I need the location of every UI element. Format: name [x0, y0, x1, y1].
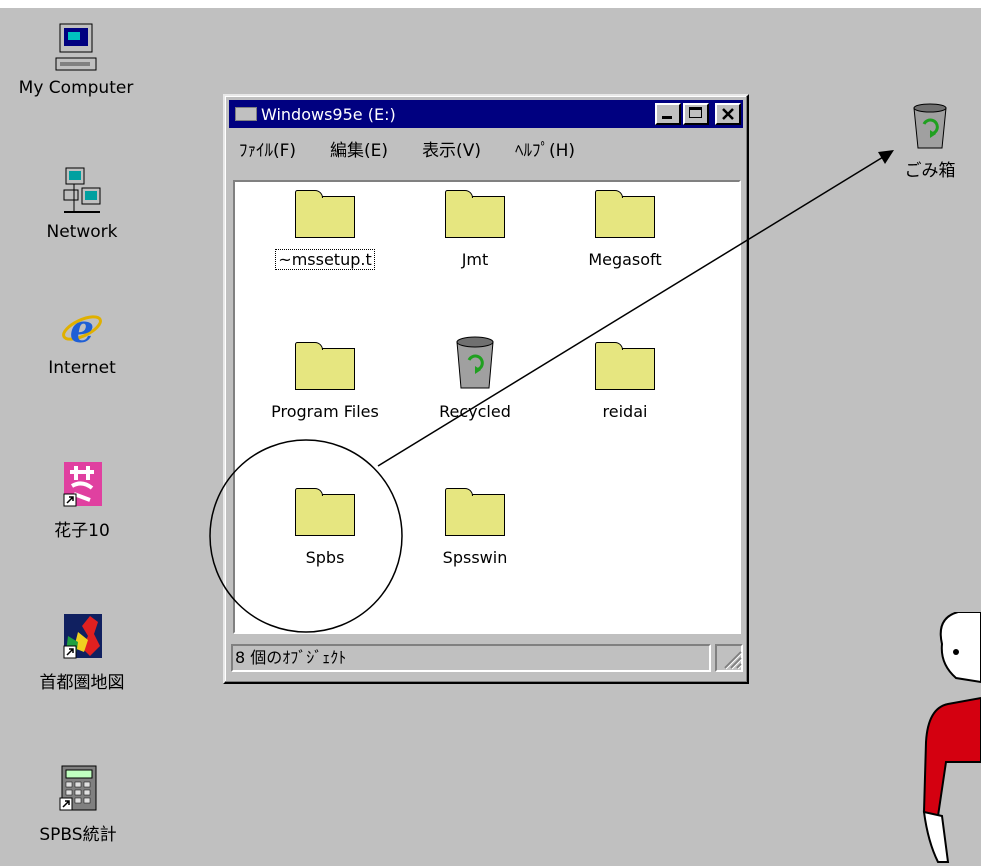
folder-item[interactable]: Megasoft: [555, 190, 695, 269]
ie-icon: e: [60, 302, 104, 354]
folder-icon: [295, 190, 355, 238]
desktop-icon-network[interactable]: Network: [12, 166, 152, 242]
folder-icon: [445, 488, 505, 536]
desktop-character-image: [918, 611, 981, 866]
menu-file[interactable]: ﾌｧｲﾙ(F): [239, 136, 296, 161]
folder-item[interactable]: reidai: [555, 342, 695, 421]
calculator-shortcut-icon: [56, 764, 100, 816]
folder-icon: [445, 190, 505, 238]
desktop-icon-recycle-bin[interactable]: ごみ箱: [860, 100, 981, 181]
close-button[interactable]: [715, 103, 741, 125]
explorer-window: Windows95e (E:) ﾌｧｲﾙ(F) 編集(E) 表示(V) ﾍﾙﾌﾟ…: [223, 94, 749, 684]
folder-icon: [295, 488, 355, 536]
desktop: My Computer Network e Internet 花子10 首都圏地…: [0, 8, 981, 866]
desktop-icon-label: SPBS統計: [39, 825, 117, 845]
desktop-icon-label: Internet: [48, 358, 116, 378]
folder-label: Program Files: [271, 402, 379, 421]
minimize-button[interactable]: [655, 103, 681, 125]
desktop-icon-hanako[interactable]: 花子10: [12, 460, 152, 541]
window-title: Windows95e (E:): [261, 104, 396, 124]
computer-icon: [54, 22, 98, 74]
hanako-shortcut-icon: [60, 460, 104, 512]
network-icon: [60, 166, 104, 218]
minimize-icon: [662, 116, 672, 119]
menu-view[interactable]: 表示(V): [422, 136, 481, 161]
desktop-icon-label: My Computer: [18, 78, 134, 98]
folder-item[interactable]: Jmt: [405, 190, 545, 269]
folder-label: reidai: [602, 402, 648, 421]
desktop-icon-label: 花子10: [54, 521, 110, 541]
folder-icon: [595, 190, 655, 238]
folder-icon: [295, 342, 355, 390]
menu-help[interactable]: ﾍﾙﾌﾟ(H): [515, 136, 575, 161]
desktop-icon-label: 首都圏地図: [39, 673, 125, 693]
status-text: 8 個のｵﾌﾞｼﾞｪｸﾄ: [231, 644, 711, 672]
recycled-item[interactable]: Recycled: [405, 334, 545, 421]
folder-item[interactable]: ~mssetup.t: [255, 190, 395, 270]
folder-item[interactable]: Spbs: [255, 488, 395, 567]
svg-text:e: e: [70, 306, 94, 351]
desktop-icon-label: ごみ箱: [904, 161, 956, 181]
folder-content-area: ~mssetup.t Jmt Megasoft Program Files Re…: [233, 180, 741, 634]
map-shortcut-icon: [60, 612, 104, 664]
drive-icon: [235, 107, 257, 121]
folder-label: Jmt: [461, 250, 489, 269]
close-icon: [722, 108, 734, 120]
folder-icon: [595, 342, 655, 390]
desktop-icon-internet[interactable]: e Internet: [12, 302, 152, 378]
desktop-icon-spbs[interactable]: SPBS統計: [8, 764, 148, 845]
title-bar[interactable]: Windows95e (E:): [229, 100, 743, 128]
maximize-icon: [689, 107, 702, 118]
folder-item[interactable]: Program Files: [255, 342, 395, 421]
folder-label: Spsswin: [442, 548, 508, 567]
recycle-bin-icon: [908, 100, 952, 152]
folder-label: Spbs: [305, 548, 345, 567]
desktop-icon-map[interactable]: 首都圏地図: [12, 612, 152, 693]
menu-edit[interactable]: 編集(E): [330, 136, 388, 161]
desktop-icon-label: Network: [46, 222, 118, 242]
folder-label: ~mssetup.t: [275, 249, 375, 270]
status-bar: 8 個のｵﾌﾞｼﾞｪｸﾄ: [231, 644, 743, 674]
recycle-bin-icon: [443, 334, 507, 392]
folder-item[interactable]: Spsswin: [405, 488, 545, 567]
resize-grip-icon[interactable]: [721, 648, 743, 670]
maximize-button[interactable]: [683, 103, 709, 125]
desktop-icon-my-computer[interactable]: My Computer: [6, 22, 146, 98]
menu-bar: ﾌｧｲﾙ(F) 編集(E) 表示(V) ﾍﾙﾌﾟ(H): [231, 134, 601, 162]
folder-label: Recycled: [439, 402, 511, 421]
folder-label: Megasoft: [588, 250, 662, 269]
